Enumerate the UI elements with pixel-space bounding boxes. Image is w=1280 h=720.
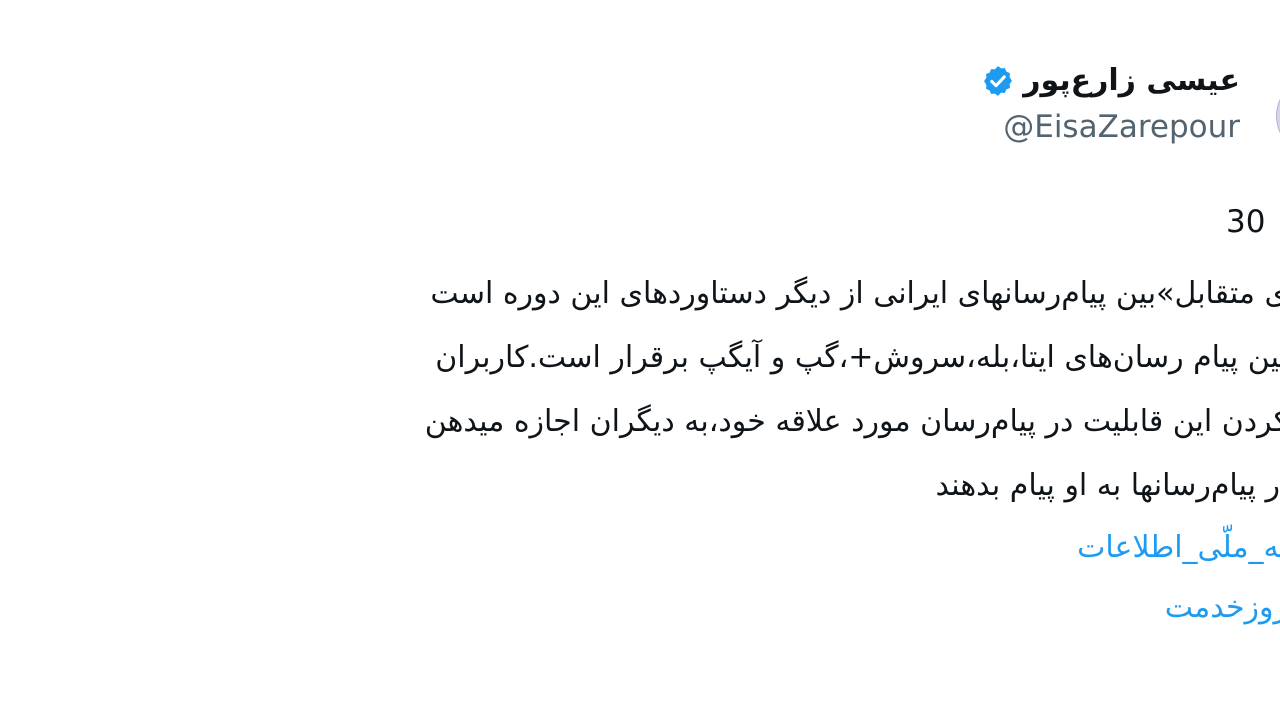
tweet-body: ی متقابل»بین پیام‌رسانهای ایرانی از دیگر… [48,262,1280,638]
tweet-text-line: ر پیام‌رسانها به او پیام بدهند [935,468,1280,503]
tweet-text-line: کردن این قابلیت در پیام‌رسان مورد علاقه … [424,404,1280,439]
verified-badge-icon[interactable] [981,64,1015,98]
author-name[interactable]: عیسی زارع‌پور [1023,66,1240,96]
author-handle[interactable]: @EisaZarepour [1003,112,1240,143]
tweet-text-line: ی متقابل»بین پیام‌رسانهای ایرانی از دیگر… [430,276,1280,311]
author-avatar[interactable] [1276,84,1280,148]
hashtag-link[interactable]: روزخدمت [48,578,1280,638]
tweet-text-line: بین پیام رسان‌های ایتا،بله،سروش+،گپ و آی… [435,340,1280,375]
author-name-row[interactable]: عیسی زارع‌پور [981,56,1240,106]
tweet-timestamp[interactable]: 30 [1226,207,1265,238]
hashtag-link[interactable]: به_ملّی_اطلاعات [48,518,1280,578]
